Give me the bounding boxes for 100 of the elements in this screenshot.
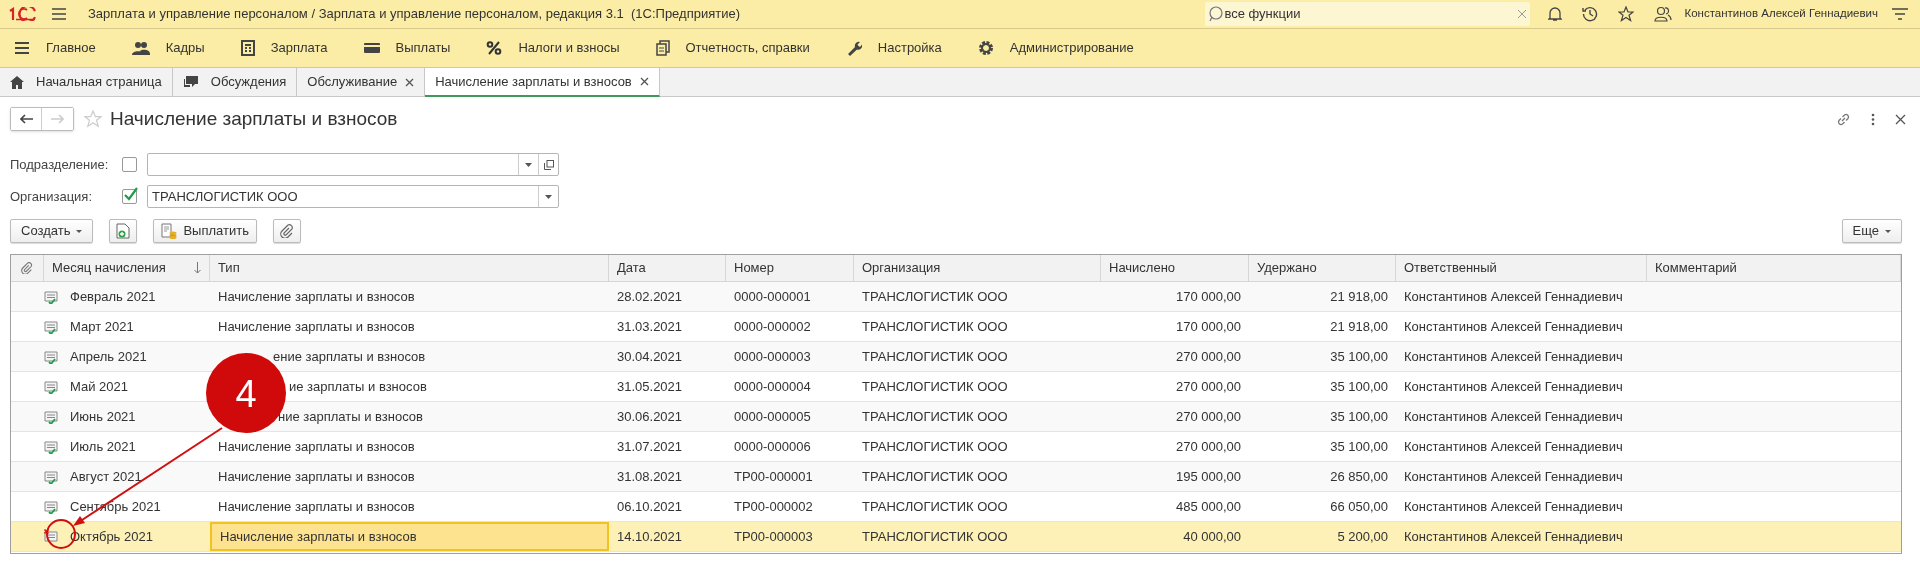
section-menu-item[interactable]: Зарплата [222, 29, 346, 67]
calculator-icon [240, 40, 255, 56]
close-icon[interactable] [639, 77, 649, 86]
table-cell-text: Май 2021 [70, 377, 128, 396]
select-field[interactable]: ТРАНСЛОГИСТИК ООО [147, 185, 559, 208]
table-cell-text: 0000-000002 [734, 317, 811, 336]
field-label: Организация: [10, 187, 94, 206]
table-cell-text: 21 918,00 [1330, 317, 1388, 336]
section-menu-item[interactable]: Главное [0, 29, 114, 67]
table-cell-text: ТРАНСЛОГИСТИК ООО [862, 527, 1008, 546]
table-cell-text: ТРАНСЛОГИСТИК ООО [862, 317, 1008, 336]
table-cell-text: Константинов Алексей Геннадиевич [1404, 527, 1623, 546]
dropdown-icon[interactable] [525, 162, 532, 167]
table-cell-text: 30.06.2021 [617, 407, 683, 426]
select-field[interactable] [147, 153, 559, 176]
checkbox[interactable] [122, 189, 137, 204]
table-cell-text: Константинов Алексей Геннадиевич [1404, 407, 1623, 426]
close-icon[interactable] [1895, 113, 1906, 125]
search-field[interactable]: все функции [1205, 2, 1531, 26]
table-cell-text: Начисление зарплаты и взносов [218, 497, 415, 516]
clear-icon[interactable] [1518, 10, 1527, 18]
more-icon[interactable] [1871, 112, 1875, 126]
star-icon[interactable] [1618, 6, 1635, 22]
home-icon [10, 75, 24, 89]
table-cell-text: 31.07.2021 [617, 437, 683, 456]
sort-arrow-icon[interactable] [194, 262, 201, 274]
table-cell-text: Июль 2021 [70, 437, 136, 456]
table-cell-text: Константинов Алексей Геннадиевич [1404, 377, 1623, 396]
section-menu-item[interactable]: Налоги и взносы [468, 29, 638, 67]
table-row[interactable]: Апрель 2021 ение зарплаты и взносов 30.04.2021 0000-000003 ТРАНСЛОГИСТИК ООО 270 000,00 35 100,00 Константинов Алексей Геннадиевич [11, 342, 1901, 372]
documents-icon [655, 40, 670, 56]
table-cell-text: 270 000,00 [1175, 377, 1241, 396]
table-cell-text: 35 100,00 [1330, 437, 1388, 456]
form-title: Начисление зарплаты и взносов [110, 106, 398, 131]
link-icon[interactable] [1836, 111, 1851, 127]
more-button[interactable]: Еще [1841, 219, 1902, 243]
table-row[interactable]: Август 2021 Начисление зарплаты и взносов 31.08.2021 ТР00-000001 ТРАНСЛОГИСТИК ООО 195 000,00 26 850,00 Константинов Алексей Геннадиевич [11, 462, 1901, 492]
column-header[interactable]: Дата [617, 258, 646, 278]
table-cell-text: Константинов Алексей Геннадиевич [1404, 317, 1623, 336]
paperclip-icon [279, 224, 294, 238]
section-menu-item[interactable]: Настройка [827, 29, 960, 67]
open-icon[interactable] [543, 159, 554, 170]
table-cell-text: 06.10.2021 [617, 497, 683, 516]
menu-icon[interactable] [1892, 7, 1908, 21]
section-menu-item[interactable]: Администрирование [959, 29, 1152, 67]
table-cell-text: Начисление зарплаты и взносов [220, 527, 417, 546]
close-icon[interactable] [405, 77, 415, 87]
bell-icon[interactable] [1548, 6, 1563, 22]
tab[interactable]: Начисление зарплаты и взносов [425, 68, 660, 97]
menu-icon [14, 41, 30, 55]
history-icon[interactable] [1582, 6, 1599, 22]
logo-icon [8, 7, 36, 21]
add-document-button[interactable] [109, 219, 138, 243]
table-cell-text: 170 000,00 [1175, 287, 1241, 306]
table-cell-text: Август 2021 [70, 467, 142, 486]
arrow-right-icon [51, 114, 64, 124]
table-cell-text: Февраль 2021 [70, 287, 156, 306]
document-coins-icon [161, 223, 178, 239]
user-name[interactable]: Константинов Алексей Геннадиевич [1684, 5, 1878, 23]
section-menu-item[interactable]: Кадры [113, 29, 223, 67]
percent-icon [486, 41, 503, 55]
table-cell-text: 485 000,00 [1175, 497, 1241, 516]
section-menu-item[interactable]: Отчетность, справки [637, 29, 828, 67]
table-cell-text: 40 000,00 [1183, 527, 1241, 546]
card-icon [363, 42, 380, 54]
table-cell-text: ТР00-000001 [734, 467, 813, 486]
column-header[interactable]: Тип [218, 258, 240, 278]
column-header[interactable]: Комментарий [1655, 258, 1737, 278]
table-cell-text: 0000-000004 [734, 377, 811, 396]
back-button[interactable] [11, 108, 42, 130]
column-header[interactable]: Ответственный [1404, 258, 1497, 278]
attachment-button[interactable] [272, 219, 301, 243]
table-cell-text: 31.03.2021 [617, 317, 683, 336]
table-cell-text: 0000-000001 [734, 287, 811, 306]
section-menu-item[interactable]: Выплаты [345, 29, 469, 67]
table-row[interactable]: Февраль 2021 Начисление зарплаты и взносов 28.02.2021 0000-000001 ТРАНСЛОГИСТИК ООО 170 000,00 21 918,00 Константинов Алексей Геннадиевич [11, 282, 1901, 312]
pay-button[interactable]: Выплатить [153, 219, 257, 243]
table-cell-text: 195 000,00 [1175, 467, 1241, 486]
tab[interactable]: Начальная страница [0, 68, 173, 96]
people-icon [131, 41, 150, 55]
users-icon[interactable] [1654, 6, 1673, 22]
column-header[interactable]: Номер [734, 258, 774, 278]
table-cell-text: ТРАНСЛОГИСТИК ООО [862, 287, 1008, 306]
column-header[interactable]: Месяц начисления [52, 258, 166, 278]
table-cell-text: Март 2021 [70, 317, 134, 336]
table-cell-text: 30.04.2021 [617, 347, 683, 366]
table-cell-text: ение зарплаты и взносов [273, 347, 426, 366]
table-cell-text: 66 050,00 [1330, 497, 1388, 516]
checkbox[interactable] [122, 157, 137, 172]
search-icon [1209, 6, 1224, 22]
create-button[interactable]: Создать [10, 219, 94, 243]
column-header[interactable]: Удержано [1257, 258, 1317, 278]
column-header[interactable]: Организация [862, 258, 941, 278]
table-cell-text: 14.10.2021 [617, 527, 683, 546]
add-document-icon [116, 223, 131, 239]
menu-icon[interactable] [52, 8, 66, 20]
dropdown-icon[interactable] [545, 194, 552, 199]
column-header[interactable]: Начислено [1109, 258, 1176, 278]
tab[interactable]: Обсуждения [172, 68, 298, 96]
table-cell-text: 26 850,00 [1330, 467, 1388, 486]
